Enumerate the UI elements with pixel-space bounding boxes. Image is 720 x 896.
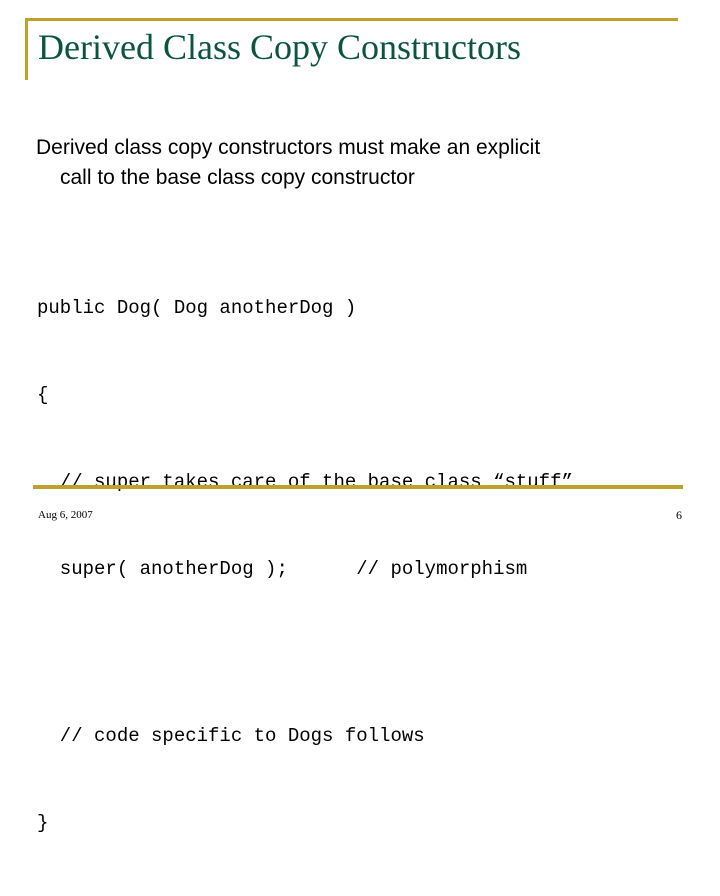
code-line-6: // code specific to Dogs follows bbox=[37, 725, 425, 747]
code-line-3: // super takes care of the base class “s… bbox=[37, 471, 573, 493]
code-line-1: public Dog( Dog anotherDog ) bbox=[37, 297, 357, 319]
body-line-1: Derived class copy constructors must mak… bbox=[36, 136, 541, 159]
slide-canvas: Derived Class Copy Constructors Derived … bbox=[0, 0, 720, 834]
footer-divider bbox=[33, 485, 683, 489]
code-sample: public Dog( Dog anotherDog ) { // super … bbox=[37, 236, 687, 896]
footer-page-number: 6 bbox=[676, 508, 682, 522]
code-line-4: super( anotherDog ); // polymorphism bbox=[37, 558, 528, 580]
body-paragraph: Derived class copy constructors must mak… bbox=[36, 133, 706, 193]
code-line-7: } bbox=[37, 812, 49, 834]
code-line-5-blank bbox=[37, 642, 687, 664]
code-line-2: { bbox=[37, 384, 49, 406]
page-title: Derived Class Copy Constructors bbox=[38, 27, 521, 67]
footer-date: Aug 6, 2007 bbox=[38, 509, 93, 521]
body-line-2: call to the base class copy constructor bbox=[60, 166, 415, 189]
